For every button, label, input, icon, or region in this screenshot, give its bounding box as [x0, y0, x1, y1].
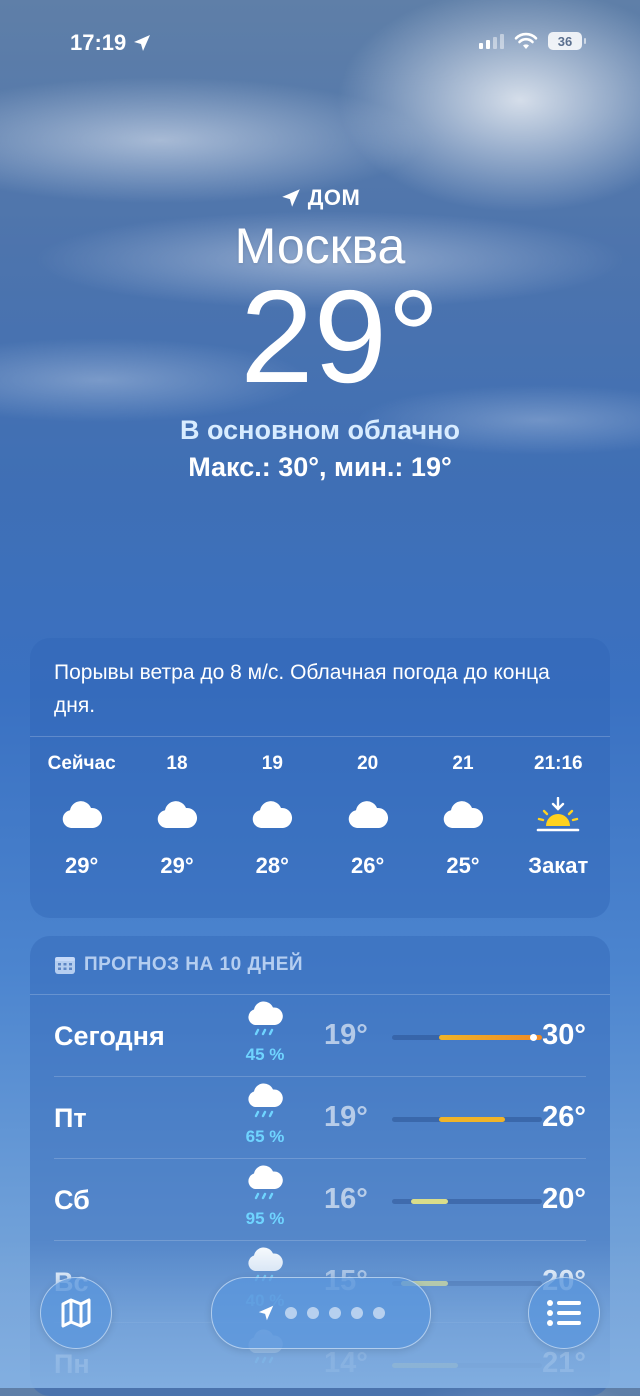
hour-item: 18 29°: [129, 737, 224, 879]
location-label-text: ДОМ: [307, 185, 361, 210]
hour-temp: 29°: [160, 853, 194, 878]
location-arrow-icon: [281, 189, 300, 207]
temp-range-fill: [438, 1035, 542, 1040]
day-row[interactable]: Сегодня 45 % 19° 30°: [54, 995, 586, 1077]
low-temp: 16°: [324, 1183, 368, 1215]
status-bar: 17:19 36: [0, 0, 640, 90]
precip-chance: 95 %: [245, 1209, 285, 1228]
map-button[interactable]: [40, 1277, 112, 1349]
hour-item: 21 25°: [415, 737, 510, 879]
rain-cloud-icon: [244, 1165, 288, 1205]
status-time-text: 17:19: [70, 30, 127, 55]
condition-text: В основном облачно: [180, 415, 460, 445]
location-pager[interactable]: [211, 1277, 431, 1349]
hour-item: Сейчас 29°: [34, 737, 129, 879]
battery-icon: 36: [548, 32, 586, 50]
page-dot[interactable]: [351, 1307, 363, 1319]
cloud-icon: [253, 801, 293, 828]
temp-range-bar: [392, 1117, 542, 1122]
sunset-icon: [536, 797, 580, 832]
hour-time: 21: [452, 753, 474, 774]
temp-range-bar: [392, 1034, 542, 1041]
temp-range-fill: [410, 1199, 449, 1204]
cellular-signal-icon: [479, 33, 504, 49]
calendar-icon: [55, 957, 75, 974]
day-row[interactable]: Сб 95 % 16° 20°: [54, 1159, 586, 1241]
high-temp: 30°: [542, 1019, 586, 1051]
location-arrow-icon: [134, 35, 151, 51]
location-label: ДОМ: [0, 185, 640, 211]
cloud-icon: [62, 801, 102, 828]
day-name: Сегодня: [54, 1021, 165, 1051]
hour-temp: Закат: [528, 853, 589, 878]
low-temp: 19°: [324, 1019, 368, 1051]
high-temp: 26°: [542, 1101, 586, 1133]
forecast-summary: Порывы ветра до 8 м/с. Облачная погода д…: [30, 638, 610, 737]
hour-time: 20: [357, 753, 379, 774]
hour-item: 21:16 Закат: [511, 737, 606, 879]
hour-item: 19 28°: [225, 737, 320, 879]
hour-time: 21:16: [534, 753, 583, 774]
hour-temp: 29°: [65, 853, 99, 878]
page-dot[interactable]: [373, 1307, 385, 1319]
page-dot[interactable]: [307, 1307, 319, 1319]
hour-temp: 26°: [351, 853, 385, 878]
status-indicators: 36: [479, 32, 586, 50]
day-name: Пт: [54, 1103, 87, 1133]
high-temp: 20°: [542, 1183, 586, 1215]
temp-range-bar: [392, 1199, 542, 1204]
current-weather-header: ДОМ Москва 29° В основном облачно Макс.:…: [0, 185, 640, 483]
rain-cloud-icon: [244, 1001, 288, 1041]
status-time: 17:19: [70, 30, 152, 56]
current-temp-marker: [529, 1034, 537, 1041]
high-low-text: Макс.: 30°, мин.: 19°: [188, 452, 452, 482]
rain-cloud-icon: [244, 1083, 288, 1123]
temp-range-fill: [438, 1117, 505, 1122]
page-dot[interactable]: [329, 1307, 341, 1319]
cloud-icon: [348, 801, 388, 828]
page-dot[interactable]: [285, 1307, 297, 1319]
battery-level: 36: [557, 33, 573, 49]
hour-temp: 28°: [255, 853, 289, 878]
hour-time: 19: [261, 753, 283, 774]
day-name: Сб: [54, 1185, 90, 1215]
city-list-button[interactable]: [528, 1277, 600, 1349]
precip-chance: 65 %: [245, 1127, 285, 1146]
wifi-icon: [514, 32, 538, 49]
cloud-icon: [157, 801, 198, 828]
precip-chance: 45 %: [245, 1045, 285, 1064]
location-arrow-icon: [258, 1305, 274, 1321]
hour-temp: 25°: [446, 853, 480, 878]
hourly-forecast-card[interactable]: Порывы ветра до 8 м/с. Облачная погода д…: [30, 638, 610, 918]
list-icon: [547, 1300, 581, 1326]
day-row[interactable]: Пт 65 % 19° 26°: [54, 1077, 586, 1159]
low-temp: 19°: [324, 1101, 368, 1133]
map-icon: [61, 1298, 91, 1328]
ten-day-title: ПРОГНОЗ НА 10 ДНЕЙ: [84, 954, 304, 975]
hourly-list[interactable]: Сейчас 29° 18 29° 19 28° 20 26° 21 25° 2…: [30, 737, 610, 879]
ten-day-header: ПРОГНОЗ НА 10 ДНЕЙ: [30, 936, 610, 995]
hour-item: 20 26°: [320, 737, 415, 879]
hour-time: 18: [166, 753, 188, 774]
cloud-icon: [443, 801, 484, 828]
current-temperature: 29°: [240, 263, 440, 410]
hour-time: Сейчас: [47, 753, 116, 774]
